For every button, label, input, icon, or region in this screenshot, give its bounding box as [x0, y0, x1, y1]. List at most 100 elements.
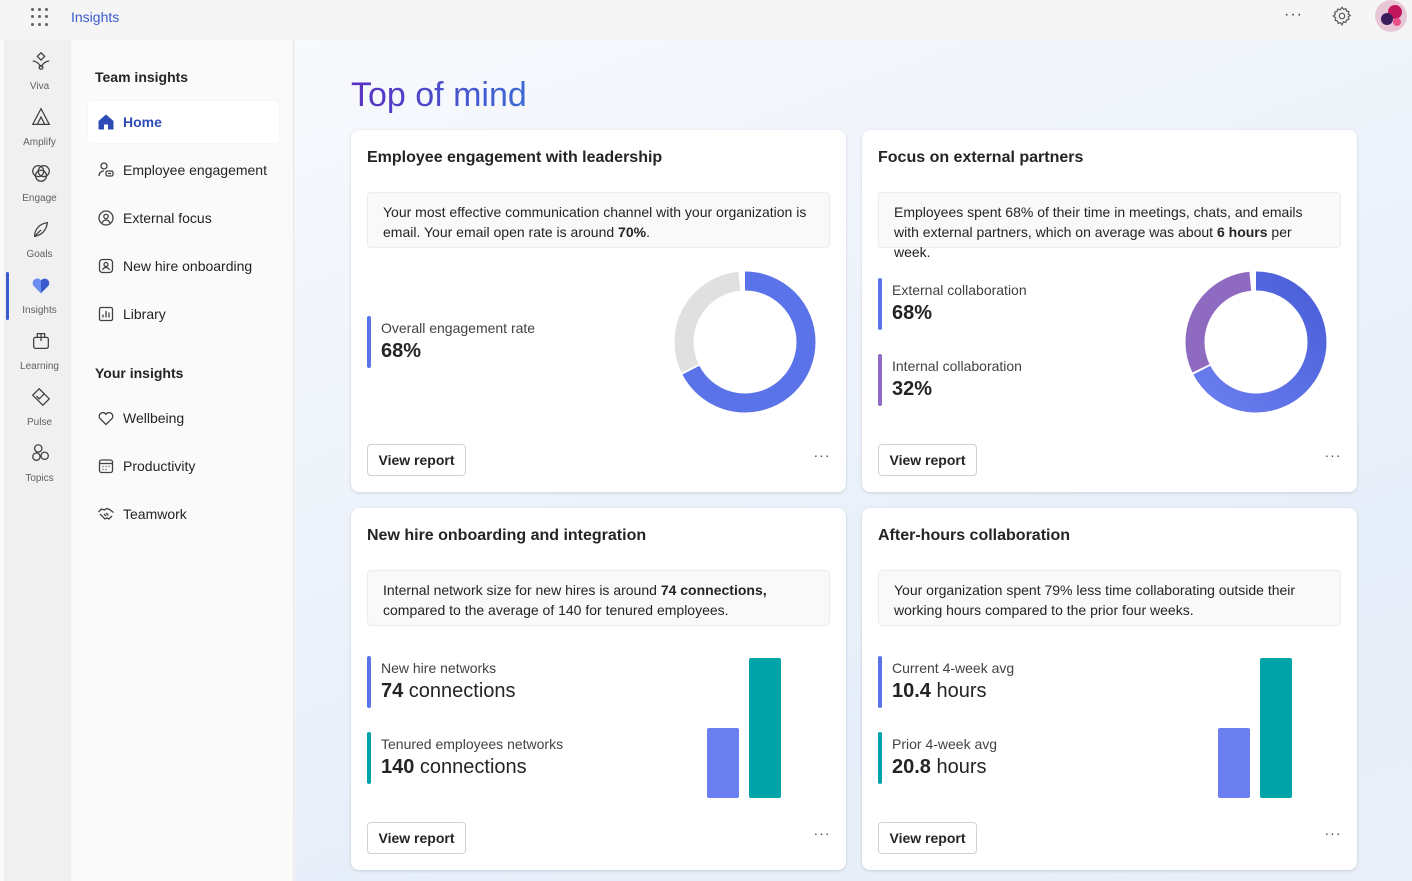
card-description: Internal network size for new hires is a… [367, 570, 830, 626]
card-description: Your organization spent 79% less time co… [878, 570, 1341, 626]
insights-icon [32, 278, 50, 294]
handshake-icon [98, 507, 114, 520]
settings-gear-icon[interactable] [1331, 5, 1353, 27]
metric-number: 68% [892, 302, 933, 324]
nav-item-library[interactable]: Library [88, 293, 279, 335]
app-title[interactable]: Insights [71, 9, 119, 25]
rail-label: Goals [26, 249, 53, 260]
metric-label: New hire networks [381, 660, 497, 676]
rail-item-engage[interactable]: Engage [4, 156, 75, 212]
nav-item-label: Wellbeing [123, 410, 185, 426]
metric-label: Tenured employees networks [381, 736, 564, 752]
bar-current [1218, 728, 1250, 798]
nav-heading-team: Team insights [95, 69, 189, 85]
metric-unit: connections [403, 680, 516, 702]
view-report-button[interactable]: View report [878, 822, 977, 854]
view-report-button[interactable]: View report [367, 444, 466, 476]
rail-item-amplify[interactable]: Amplify [4, 100, 75, 156]
nav-item-label: Teamwork [123, 506, 187, 522]
nav-item-label: Productivity [123, 458, 196, 474]
app-rail: Viva Amplify Engage Goals Insights Learn… [0, 40, 71, 881]
nav-item-external-focus[interactable]: External focus [88, 197, 279, 239]
metric-label: Prior 4-week avg [892, 736, 998, 752]
description-highlight: 74 connections, [660, 582, 767, 598]
rail-item-goals[interactable]: Goals [4, 212, 75, 268]
view-report-button[interactable]: View report [878, 444, 977, 476]
more-options-icon[interactable]: ··· [1284, 6, 1303, 24]
description-text: . [646, 224, 650, 240]
goals-icon [33, 221, 49, 238]
learning-icon [33, 333, 49, 349]
nav-heading-your: Your insights [95, 365, 184, 381]
viva-icon [32, 51, 50, 70]
more-options-icon[interactable]: ··· [811, 448, 833, 470]
metric-unit: hours [930, 756, 987, 778]
card-external-partners: Focus on external partners Employees spe… [862, 130, 1357, 492]
donut-chart [674, 271, 816, 413]
metric-new-hire-networks: New hire networks 74 connections [367, 656, 647, 710]
card-description: Your most effective communication channe… [367, 192, 830, 248]
metric-color-bar [367, 656, 371, 708]
description-text: Internal network size for new hires is a… [383, 582, 661, 598]
metric-number: 140 [381, 756, 415, 778]
pulse-icon [31, 387, 51, 407]
rail-label: Viva [29, 81, 50, 92]
more-options-icon[interactable]: ··· [811, 826, 833, 848]
metric-internal-collaboration: Internal collaboration 32% [878, 354, 1158, 408]
card-title: Focus on external partners [878, 149, 1084, 166]
rail-label: Pulse [26, 417, 52, 428]
chart-icon [98, 306, 114, 322]
bar-tenured [749, 658, 781, 798]
rail-item-pulse[interactable]: Pulse [4, 380, 75, 436]
nav-item-new-hire-onboarding[interactable]: New hire onboarding [88, 245, 279, 287]
nav-item-home[interactable]: Home [88, 101, 279, 143]
card-description: Employees spent 68% of their time in mee… [878, 192, 1341, 260]
nav-item-label: Library [123, 306, 166, 322]
nav-item-employee-engagement[interactable]: Employee engagement [88, 149, 279, 191]
metric-value: 20.8 hours [892, 756, 987, 779]
metric-color-bar [878, 732, 882, 784]
rail-label: Engage [22, 193, 57, 204]
description-text: Your most effective communication channe… [383, 204, 807, 240]
user-avatar[interactable] [1375, 0, 1407, 32]
metric-label: External collaboration [892, 282, 1027, 298]
more-options-icon[interactable]: ··· [1322, 448, 1344, 470]
metric-label: Current 4-week avg [892, 660, 1015, 676]
nav-item-teamwork[interactable]: Teamwork [88, 493, 279, 535]
view-report-button[interactable]: View report [367, 822, 466, 854]
metric-value: 68% [381, 340, 421, 363]
metric-color-bar [367, 732, 371, 784]
metric-color-bar [878, 656, 882, 708]
more-options-icon[interactable]: ··· [1322, 826, 1344, 848]
card-title: After-hours collaboration [878, 527, 1071, 544]
calendar-icon [98, 459, 114, 474]
metric-value: 140 connections [381, 756, 527, 779]
metric-number: 10.4 [892, 680, 931, 702]
metric-color-bar [878, 278, 882, 330]
card-new-hire-onboarding: New hire onboarding and integration Inte… [351, 508, 846, 870]
rail-item-learning[interactable]: Learning [4, 324, 75, 380]
donut-chart [1185, 271, 1327, 413]
metric-value: 68% [892, 302, 932, 325]
nav-item-label: Home [123, 114, 162, 130]
nav-item-label: New hire onboarding [123, 258, 253, 274]
globe-person-icon [98, 210, 114, 226]
metric-tenured-networks: Tenured employees networks 140 connectio… [367, 732, 647, 786]
metric-prior-avg: Prior 4-week avg 20.8 hours [878, 732, 1158, 786]
card-title: New hire onboarding and integration [367, 527, 647, 544]
top-bar: Insights ··· [0, 0, 1412, 40]
bar-new-hire [707, 728, 739, 798]
rail-item-insights[interactable]: Insights [4, 268, 75, 324]
card-title: Employee engagement with leadership [367, 149, 663, 166]
metric-color-bar [367, 316, 371, 368]
metric-value: 32% [892, 378, 932, 401]
nav-item-productivity[interactable]: Productivity [88, 445, 279, 487]
rail-label: Learning [20, 361, 59, 372]
nav-item-wellbeing[interactable]: Wellbeing [88, 397, 279, 439]
metric-number: 20.8 [892, 756, 931, 778]
app-launcher-icon[interactable] [30, 7, 50, 27]
metric-unit: hours [930, 680, 987, 702]
bar-chart [1218, 658, 1292, 798]
rail-item-viva[interactable]: Viva [4, 44, 75, 100]
rail-item-topics[interactable]: Topics [4, 436, 75, 492]
